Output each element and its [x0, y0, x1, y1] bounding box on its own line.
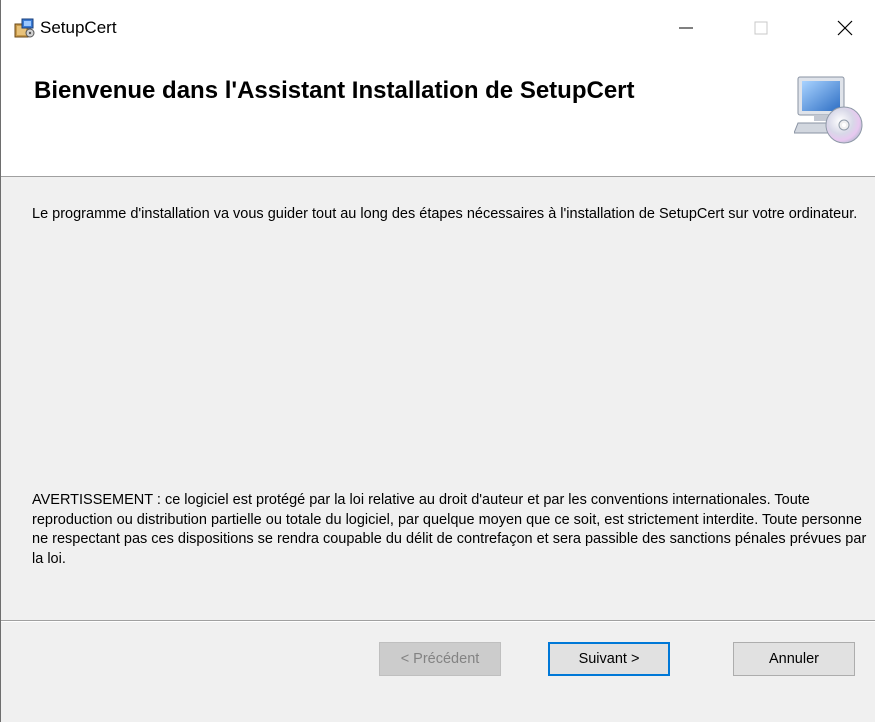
- header-banner: Bienvenue dans l'Assistant Installation …: [1, 58, 875, 177]
- copyright-warning-text: AVERTISSEMENT : ce logiciel est protégé …: [32, 492, 867, 567]
- computer-cd-icon: [794, 76, 863, 144]
- installer-window: SetupCert Bienvenue dans l'Assistant Ins…: [0, 0, 875, 722]
- next-button[interactable]: Suivant >: [548, 642, 670, 676]
- previous-button[interactable]: < Précédent: [379, 642, 501, 676]
- title-bar[interactable]: SetupCert: [1, 0, 875, 58]
- minimize-icon: [679, 27, 693, 29]
- installer-app-icon: [14, 18, 35, 38]
- page-title: Bienvenue dans l'Assistant Installation …: [34, 77, 635, 104]
- intro-text: Le programme d'installation va vous guid…: [32, 206, 858, 222]
- maximize-icon: [754, 21, 768, 35]
- cancel-button[interactable]: Annuler: [733, 642, 855, 676]
- close-button[interactable]: [825, 10, 865, 46]
- footer-divider: [1, 620, 875, 622]
- close-icon: [837, 20, 853, 36]
- window-title: SetupCert: [40, 18, 117, 37]
- maximize-button[interactable]: [741, 10, 781, 46]
- minimize-button[interactable]: [666, 10, 706, 46]
